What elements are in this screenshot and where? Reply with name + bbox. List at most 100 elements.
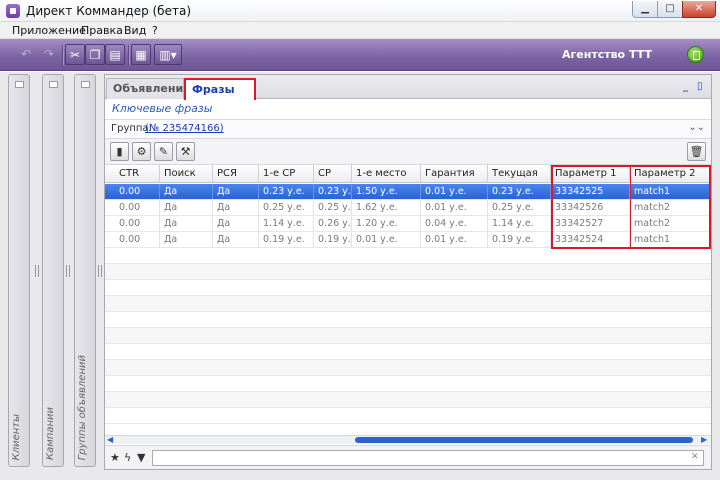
menu-view[interactable]: Вид	[124, 24, 146, 37]
table-row[interactable]: 0.00 Да Да 0.23 у.е. 0.23 у. 1.50 у.е. 0.01 у.…	[105, 184, 711, 200]
cell-first-cp: 1.14 у.е.	[259, 216, 314, 231]
undo-button[interactable]: ↶	[16, 44, 36, 65]
paste-icon: ▤	[109, 48, 121, 62]
tab-ads[interactable]: Объявления	[106, 78, 190, 99]
column-header-search[interactable]: Поиск	[160, 165, 213, 183]
panel-splitter[interactable]	[98, 265, 102, 277]
panel-grip-icon[interactable]	[15, 81, 24, 88]
side-panel-label: Группы объявлений	[77, 354, 88, 460]
group-link[interactable]: (№ 235474166)	[145, 123, 224, 134]
edit-button[interactable]: ✎	[154, 142, 173, 161]
redo-button[interactable]: ↷	[39, 44, 59, 65]
bid-icon: ⚒	[180, 145, 191, 158]
cell-ctr: 0.00	[115, 216, 160, 231]
group-edit-button[interactable]: ⚙	[132, 142, 151, 161]
clear-icon[interactable]: ✕	[691, 452, 699, 462]
collapse-icon[interactable]: ⌄⌄	[688, 122, 705, 133]
horizontal-scrollbar[interactable]: ◀ ▶	[105, 435, 711, 444]
cell-cp: 0.25 у.	[314, 200, 352, 215]
column-header-param1[interactable]: Параметр 1	[551, 165, 630, 183]
paste-button[interactable]: ▤	[105, 44, 125, 65]
scroll-right-icon[interactable]: ▶	[701, 435, 707, 444]
cell-rsya: Да	[213, 232, 259, 247]
copy-icon: ❐	[89, 48, 101, 62]
close-button[interactable]: ✕	[682, 1, 716, 18]
copy-button[interactable]: ❐	[85, 44, 105, 65]
table-icon: ▦	[135, 48, 147, 62]
cell-first-place: 0.01 у.е.	[352, 232, 421, 247]
view-menu-button[interactable]: ▥▾	[154, 44, 182, 65]
maximize-icon: □	[665, 3, 675, 14]
bid-button[interactable]: ⚒	[176, 142, 195, 161]
column-header-first-cp[interactable]: 1-е СР	[259, 165, 314, 183]
cell-first-cp: 0.19 у.е.	[259, 232, 314, 247]
tab-phrases[interactable]: Фразы	[184, 78, 256, 100]
side-panel-campaigns[interactable]: Кампании	[42, 74, 64, 467]
cell-rsya: Да	[213, 200, 259, 215]
cell-rsya: Да	[213, 184, 259, 199]
cell-current: 0.23 у.е.	[488, 184, 551, 199]
table-row[interactable]: 0.00 Да Да 1.14 у.е. 0.26 у. 1.20 у.е. 0.04 у.…	[105, 216, 711, 232]
column-header-rsya[interactable]: РСЯ	[213, 165, 259, 183]
filter-icon[interactable]: ▼	[137, 451, 145, 464]
empty-row	[105, 344, 711, 360]
panel-minimize-icon[interactable]: _	[683, 81, 688, 92]
minimize-button[interactable]: ▁	[632, 1, 658, 18]
side-panel-clients[interactable]: Клиенты	[8, 74, 30, 467]
panel-grip-icon[interactable]	[49, 81, 58, 88]
cell-param2: match1	[630, 184, 711, 199]
connection-status-icon[interactable]	[687, 46, 704, 63]
column-header-guarantee[interactable]: Гарантия	[421, 165, 488, 183]
phrases-panel: Объявления Фразы _ ▯ Ключевые фразы Груп…	[104, 74, 712, 470]
empty-row	[105, 312, 711, 328]
panel-splitter[interactable]	[66, 265, 70, 277]
cell-ctr: 0.00	[115, 184, 160, 199]
table-row[interactable]: 0.00 Да Да 0.25 у.е. 0.25 у. 1.62 у.е. 0.01 у.…	[105, 200, 711, 216]
cell-guarantee: 0.01 у.е.	[421, 200, 488, 215]
column-header-current[interactable]: Текущая	[488, 165, 551, 183]
title-bar: Директ Коммандер (бета) ▁ □ ✕	[0, 0, 720, 22]
new-phrase-button[interactable]: ▮	[110, 142, 129, 161]
panel-subtitle: Ключевые фразы	[112, 102, 213, 115]
table-button[interactable]: ▦	[131, 44, 151, 65]
empty-row	[105, 328, 711, 344]
redo-icon: ↷	[43, 47, 55, 61]
empty-row	[105, 360, 711, 376]
cell-param2: match2	[630, 200, 711, 215]
menu-application[interactable]: Приложение	[12, 24, 86, 37]
app-icon	[6, 4, 20, 18]
undo-icon: ↶	[20, 47, 32, 61]
cell-search: Да	[160, 184, 213, 199]
maximize-button[interactable]: □	[657, 1, 683, 18]
empty-row	[105, 280, 711, 296]
cell-guarantee: 0.01 у.е.	[421, 184, 488, 199]
table-row[interactable]: 0.00 Да Да 0.19 у.е. 0.19 у. 0.01 у.е. 0.01 у.…	[105, 232, 711, 248]
column-header-first-place[interactable]: 1-е место	[352, 165, 421, 183]
menu-edit[interactable]: Правка	[81, 24, 123, 37]
new-document-icon: ▮	[116, 145, 123, 158]
scrollbar-thumb[interactable]	[355, 437, 693, 443]
close-icon: ✕	[694, 3, 704, 14]
params-divider	[630, 167, 631, 247]
cell-guarantee: 0.04 у.е.	[421, 216, 488, 231]
delete-button[interactable]: 🗑	[687, 142, 706, 161]
lightning-icon[interactable]: ϟ	[124, 451, 131, 464]
favorite-icon[interactable]: ★	[110, 451, 120, 464]
column-header-param2[interactable]: Параметр 2	[630, 165, 711, 183]
cell-param1: 33342527	[551, 216, 630, 231]
cell-search: Да	[160, 200, 213, 215]
panel-maximize-icon[interactable]: ▯	[697, 81, 703, 92]
filter-input[interactable]	[152, 450, 704, 466]
column-header-ctr[interactable]: CTR	[115, 165, 160, 183]
table-header: CTR Поиск РСЯ 1-е СР СР 1-е место Гарантия Теку…	[105, 165, 711, 183]
toolbar-separator	[128, 45, 129, 65]
panel-grip-icon[interactable]	[81, 81, 90, 88]
column-header-cp[interactable]: СР	[314, 165, 352, 183]
phrase-actions-toolbar: ▮ ⚙ ✎ ⚒ 🗑	[105, 139, 711, 165]
menu-help[interactable]: ?	[152, 24, 158, 37]
panel-splitter[interactable]	[35, 265, 39, 277]
cell-param2: match1	[630, 232, 711, 247]
side-panel-ad-groups[interactable]: Группы объявлений	[74, 74, 96, 467]
cut-button[interactable]: ✂	[65, 44, 85, 65]
scroll-left-icon[interactable]: ◀	[107, 435, 113, 444]
